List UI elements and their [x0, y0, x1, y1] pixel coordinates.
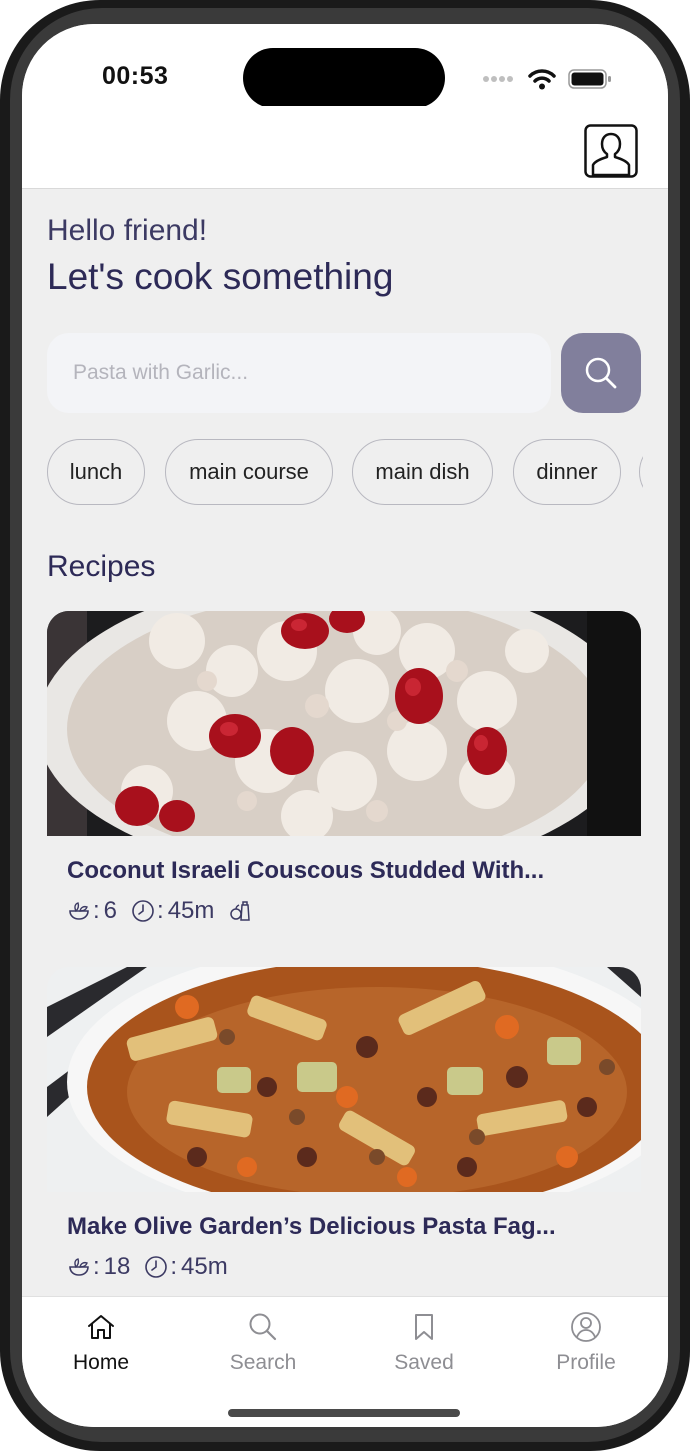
tab-home[interactable]: Home	[41, 1311, 161, 1375]
greeting-text: Hello friend!	[47, 214, 208, 247]
meta-separator: :	[170, 1253, 178, 1280]
clock-icon	[132, 900, 154, 922]
phone-screen: 00:53 Hello friend! Let's cook something…	[22, 24, 668, 1427]
cook-time: 45m	[167, 897, 215, 924]
servings-icon	[69, 902, 89, 920]
servings-icon	[69, 1258, 89, 1276]
status-time: 00:53	[102, 62, 169, 90]
dynamic-island	[243, 48, 445, 108]
search-icon	[249, 1313, 277, 1341]
meta-separator: :	[93, 897, 100, 924]
bookmark-icon	[415, 1314, 433, 1340]
bottom-tab-bar: Home Search Saved Profile	[22, 1296, 668, 1427]
tab-profile[interactable]: Profile	[526, 1311, 646, 1375]
tag-chip[interactable]: main course	[165, 439, 333, 505]
cook-time: 45m	[181, 1253, 228, 1280]
wifi-icon	[528, 69, 556, 90]
tag-chip-list: lunch main course main dish dinner	[47, 439, 643, 509]
recipe-card[interactable]: Make Olive Garden’s Delicious Pasta Fag.…	[47, 967, 641, 1297]
recipe-title: Make Olive Garden’s Delicious Pasta Fag.…	[67, 1213, 556, 1240]
recipe-meta: : 18 : 45m	[67, 1253, 228, 1281]
tab-label: Profile	[556, 1351, 616, 1374]
search-icon	[585, 357, 617, 389]
app-header	[22, 106, 668, 189]
meta-separator: :	[157, 897, 164, 924]
page-headline: Let's cook something	[47, 256, 394, 297]
recipe-meta: : 6 : 45m	[67, 897, 252, 925]
recipes-section-title: Recipes	[47, 550, 156, 583]
clock-icon	[145, 1256, 168, 1278]
tab-label: Home	[72, 1351, 130, 1374]
tag-chip[interactable]: main dish	[352, 439, 493, 505]
tag-chip[interactable]: lunch	[47, 439, 145, 505]
battery-icon	[568, 69, 611, 89]
tab-label: Saved	[394, 1351, 454, 1374]
profile-icon	[571, 1312, 601, 1342]
recipe-image	[47, 967, 641, 1192]
cellular-signal-icon	[483, 76, 513, 82]
status-icons	[482, 68, 612, 90]
search-button[interactable]	[561, 333, 641, 413]
recipe-title: Coconut Israeli Couscous Studded With...	[67, 857, 545, 884]
servings-count: 18	[103, 1253, 131, 1280]
recipe-image	[47, 611, 641, 836]
tab-label: Search	[229, 1351, 297, 1374]
tag-chip[interactable]: dinner	[513, 439, 621, 505]
tab-search[interactable]: Search	[203, 1311, 323, 1375]
home-indicator	[228, 1409, 460, 1417]
tag-chip-overflow[interactable]	[639, 439, 643, 505]
tab-saved[interactable]: Saved	[364, 1311, 484, 1375]
dietary-icon	[230, 901, 251, 921]
home-icon	[88, 1315, 114, 1339]
meta-separator: :	[93, 1253, 100, 1280]
recipe-card[interactable]: Coconut Israeli Couscous Studded With...…	[47, 611, 641, 941]
search-input[interactable]	[47, 333, 551, 413]
servings-count: 6	[103, 897, 118, 924]
user-avatar-icon[interactable]	[584, 124, 638, 178]
